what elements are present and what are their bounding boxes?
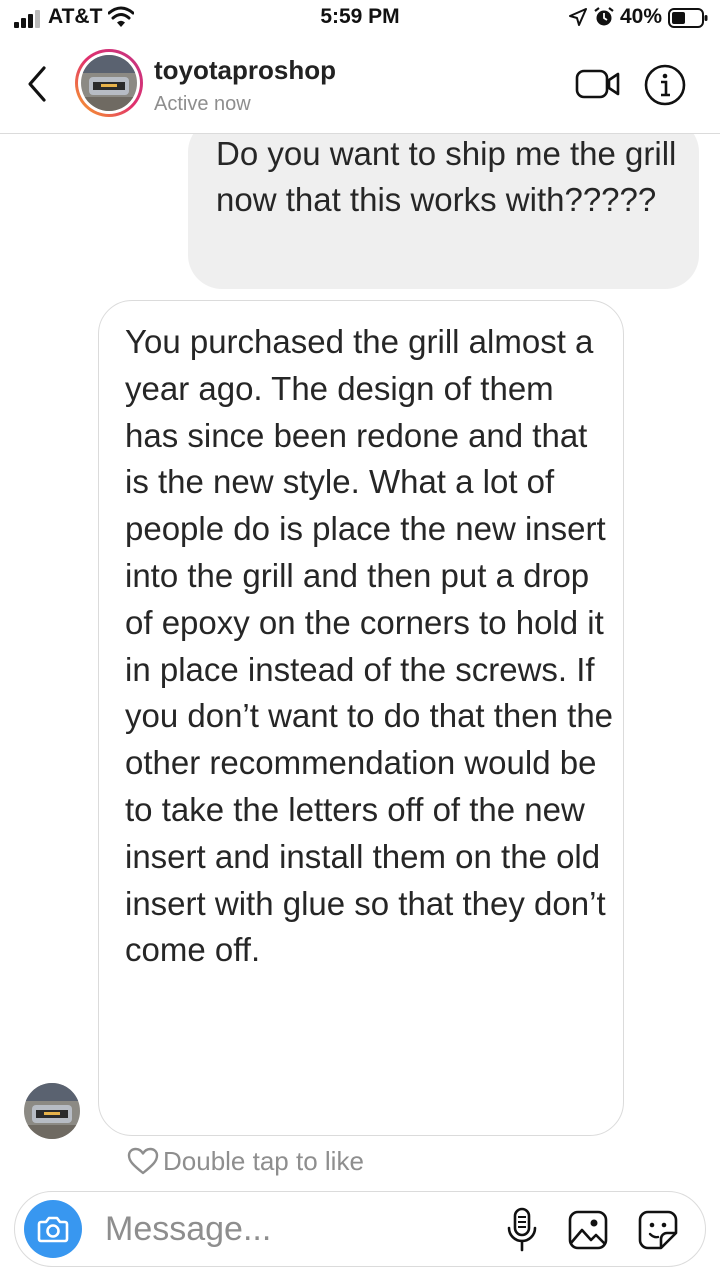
camera-button[interactable] xyxy=(24,1200,82,1258)
battery-icon xyxy=(668,8,708,28)
received-message-text: You purchased the grill almost a year ag… xyxy=(125,323,614,969)
battery-percentage: 40% xyxy=(620,5,663,28)
truck-avatar-image xyxy=(81,55,137,111)
double-tap-like-hint: Double tap to like xyxy=(127,1145,364,1177)
alarm-icon xyxy=(594,7,614,26)
message-input[interactable] xyxy=(105,1208,485,1250)
camera-icon xyxy=(37,1216,69,1243)
location-icon xyxy=(569,8,587,26)
chat-header: toyotaproshop Active now xyxy=(0,36,720,134)
back-chevron-icon[interactable] xyxy=(24,64,50,104)
message-composer xyxy=(14,1191,706,1267)
sender-avatar[interactable] xyxy=(24,1083,80,1139)
sticker-icon[interactable] xyxy=(637,1209,679,1251)
video-call-icon[interactable] xyxy=(575,68,621,100)
active-status: Active now xyxy=(154,93,251,115)
heart-icon[interactable] xyxy=(127,1147,159,1175)
sent-message-text: Do you want to ship me the grill now tha… xyxy=(216,135,677,218)
profile-avatar[interactable] xyxy=(75,49,143,117)
like-hint-label: Double tap to like xyxy=(163,1145,364,1176)
microphone-icon[interactable] xyxy=(506,1207,538,1253)
chat-username[interactable]: toyotaproshop xyxy=(154,55,336,86)
gallery-icon[interactable] xyxy=(567,1209,609,1251)
status-bar: AT&T 5:59 PM 40% xyxy=(0,0,720,36)
info-icon[interactable] xyxy=(644,64,686,106)
